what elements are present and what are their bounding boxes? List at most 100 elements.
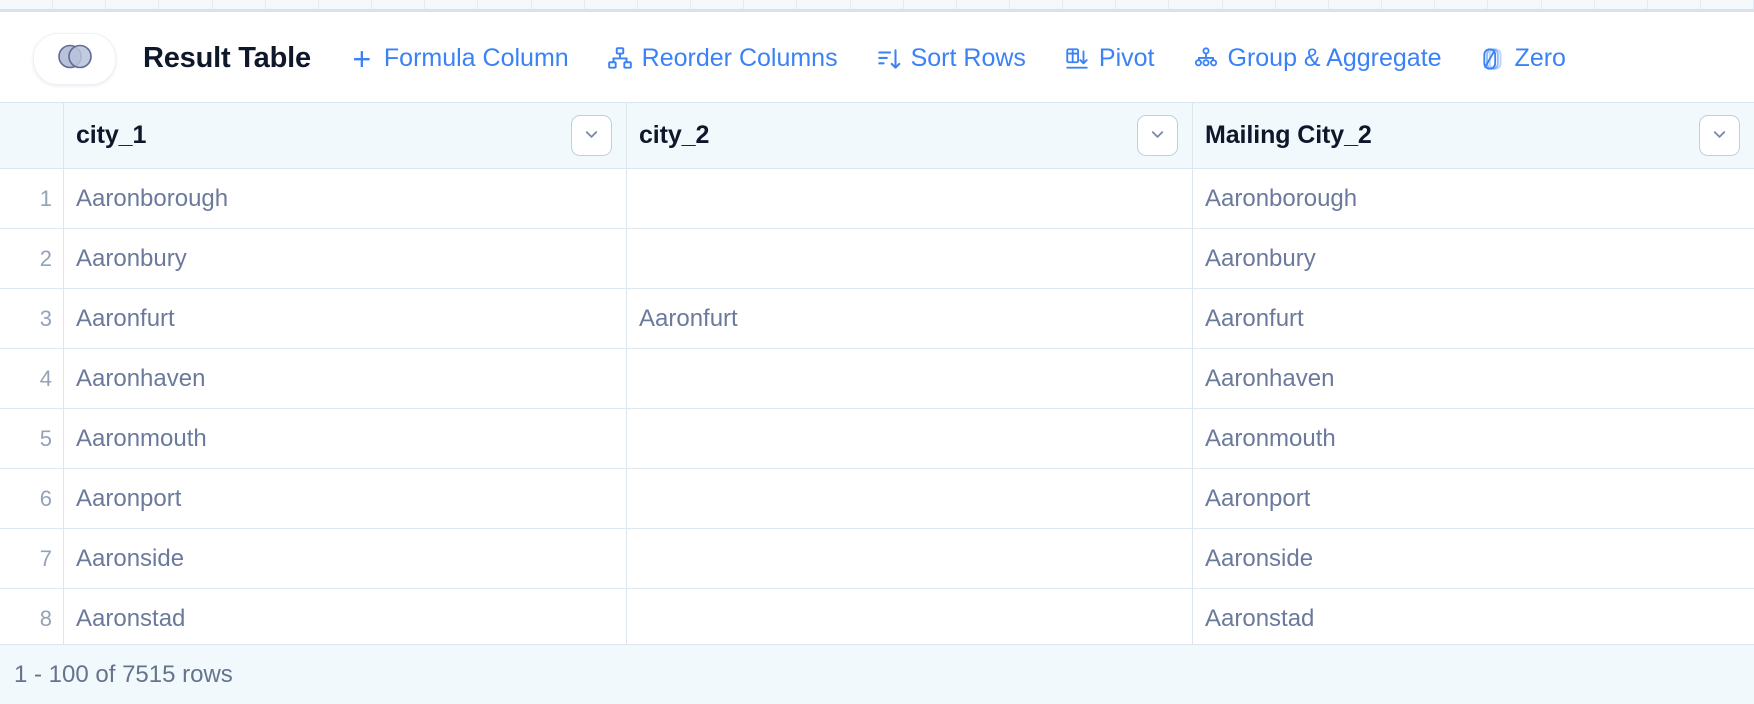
formula-column-button[interactable]: + Formula Column	[349, 40, 569, 77]
table-row[interactable]: 8 Aaronstad Aaronstad	[0, 589, 1754, 644]
row-number-gutter-header	[0, 103, 63, 168]
column-header-city-1[interactable]: city_1	[63, 103, 626, 168]
formula-column-label: Formula Column	[383, 44, 569, 72]
table-row[interactable]: 7 Aaronside Aaronside	[0, 529, 1754, 589]
table-cell[interactable]	[626, 229, 1192, 288]
clipped-top-grid-strip	[0, 0, 1754, 12]
cell-value: Aaronfurt	[76, 304, 175, 332]
table-cell[interactable]	[626, 409, 1192, 468]
table-cell[interactable]: Aaronside	[63, 529, 626, 588]
table-cell[interactable]: Aaronstad	[1192, 589, 1754, 644]
row-number: 7	[39, 545, 52, 571]
clipped-grid-divider	[585, 0, 638, 9]
clipped-grid-divider	[53, 0, 107, 9]
table-cell[interactable]: Aaronbury	[63, 229, 626, 288]
row-number: 4	[39, 365, 52, 391]
row-number: 8	[39, 605, 52, 631]
table-cell[interactable]: Aaronmouth	[63, 409, 626, 468]
clipped-grid-divider	[1010, 0, 1064, 9]
cell-value: Aaronfurt	[639, 304, 738, 332]
page-title: Result Table	[143, 42, 311, 74]
pivot-label: Pivot	[1098, 44, 1155, 72]
clipped-grid-divider	[957, 0, 1010, 9]
table-cell[interactable]: Aaronport	[63, 469, 626, 528]
column-menu-button-mailing-city-2[interactable]	[1699, 115, 1740, 156]
table-cell[interactable]: Aaronstad	[63, 589, 626, 644]
clipped-grid-divider	[372, 0, 426, 9]
cell-value: Aaronbury	[76, 244, 187, 272]
group-aggregate-button[interactable]: Group & Aggregate	[1193, 44, 1442, 73]
zero-null-icon	[1480, 46, 1506, 72]
pivot-button[interactable]: Pivot	[1064, 44, 1155, 73]
table-row[interactable]: 4 Aaronhaven Aaronhaven	[0, 349, 1754, 409]
column-menu-button-city-2[interactable]	[1137, 115, 1178, 156]
table-cell[interactable]: Aaronfurt	[626, 289, 1192, 348]
table-cell[interactable]: Aaronmouth	[1192, 409, 1754, 468]
table-cell[interactable]: Aaronside	[1192, 529, 1754, 588]
column-header-label: Mailing City_2	[1205, 121, 1372, 149]
clipped-grid-divider	[904, 0, 957, 9]
clipped-grid-divider	[213, 0, 266, 9]
zero-label: Zero	[1514, 44, 1566, 72]
table-cell[interactable]: Aaronfurt	[63, 289, 626, 348]
cell-value: Aaronborough	[76, 184, 229, 212]
table-header-row: city_1 city_2 Mailing City_2	[0, 103, 1754, 169]
column-header-city-2[interactable]: city_2	[626, 103, 1192, 168]
reorder-columns-button[interactable]: Reorder Columns	[607, 44, 838, 73]
cell-value: Aaronhaven	[1205, 364, 1335, 392]
clipped-grid-divider	[425, 0, 479, 9]
result-table-grid[interactable]: city_1 city_2 Mailing City_2 1 Aaronboro…	[0, 103, 1754, 644]
table-cell[interactable]: Aaronbury	[1192, 229, 1754, 288]
zero-button[interactable]: Zero	[1480, 44, 1566, 73]
clipped-grid-divider	[0, 0, 54, 9]
row-number: 2	[39, 245, 52, 271]
reorder-columns-label: Reorder Columns	[641, 44, 838, 72]
table-cell[interactable]: Aaronhaven	[63, 349, 626, 408]
row-number: 1	[39, 185, 52, 211]
chevron-down-icon	[582, 125, 601, 147]
app-logo-pill[interactable]	[33, 32, 116, 85]
table-cell[interactable]: Aaronborough	[63, 169, 626, 228]
table-cell[interactable]	[626, 349, 1192, 408]
venn-diagram-icon	[55, 43, 95, 75]
column-header-mailing-city-2[interactable]: Mailing City_2	[1192, 103, 1754, 168]
cell-value: Aaronbury	[1205, 244, 1316, 272]
table-row[interactable]: 3 Aaronfurt Aaronfurt Aaronfurt	[0, 289, 1754, 349]
clipped-grid-divider	[1595, 0, 1648, 9]
clipped-grid-divider	[319, 0, 373, 9]
table-row[interactable]: 6 Aaronport Aaronport	[0, 469, 1754, 529]
clipped-grid-divider	[159, 0, 213, 9]
column-menu-button-city-1[interactable]	[571, 115, 612, 156]
sort-rows-button[interactable]: Sort Rows	[876, 44, 1026, 73]
status-bar: 1 - 100 of 7515 rows	[0, 644, 1754, 704]
cell-value: Aaronport	[76, 484, 182, 512]
pivot-table-icon	[1064, 46, 1090, 72]
clipped-grid-divider	[532, 0, 585, 9]
table-cell[interactable]	[626, 169, 1192, 228]
table-cell[interactable]: Aaronport	[1192, 469, 1754, 528]
clipped-grid-divider	[744, 0, 798, 9]
table-cell[interactable]: Aaronfurt	[1192, 289, 1754, 348]
table-cell[interactable]	[626, 529, 1192, 588]
table-cell[interactable]: Aaronborough	[1192, 169, 1754, 228]
table-cell[interactable]	[626, 469, 1192, 528]
table-cell[interactable]: Aaronhaven	[1192, 349, 1754, 408]
clipped-grid-divider	[1648, 0, 1701, 9]
clipped-grid-divider	[797, 0, 851, 9]
table-row[interactable]: 5 Aaronmouth Aaronmouth	[0, 409, 1754, 469]
table-row[interactable]: 1 Aaronborough Aaronborough	[0, 169, 1754, 229]
cell-value: Aaronside	[76, 544, 185, 572]
reorder-columns-icon	[607, 46, 633, 72]
row-count-status: 1 - 100 of 7515 rows	[14, 660, 233, 688]
column-header-label: city_1	[76, 121, 147, 149]
group-aggregate-icon	[1193, 46, 1219, 72]
table-row[interactable]: 2 Aaronbury Aaronbury	[0, 229, 1754, 289]
clipped-grid-divider	[266, 0, 319, 9]
cell-value: Aaronport	[1205, 484, 1311, 512]
group-aggregate-label: Group & Aggregate	[1227, 44, 1442, 72]
clipped-grid-divider	[478, 0, 532, 9]
row-number: 6	[39, 485, 52, 511]
table-cell[interactable]	[626, 589, 1192, 644]
clipped-grid-divider	[691, 0, 745, 9]
plus-icon: +	[352, 40, 372, 77]
